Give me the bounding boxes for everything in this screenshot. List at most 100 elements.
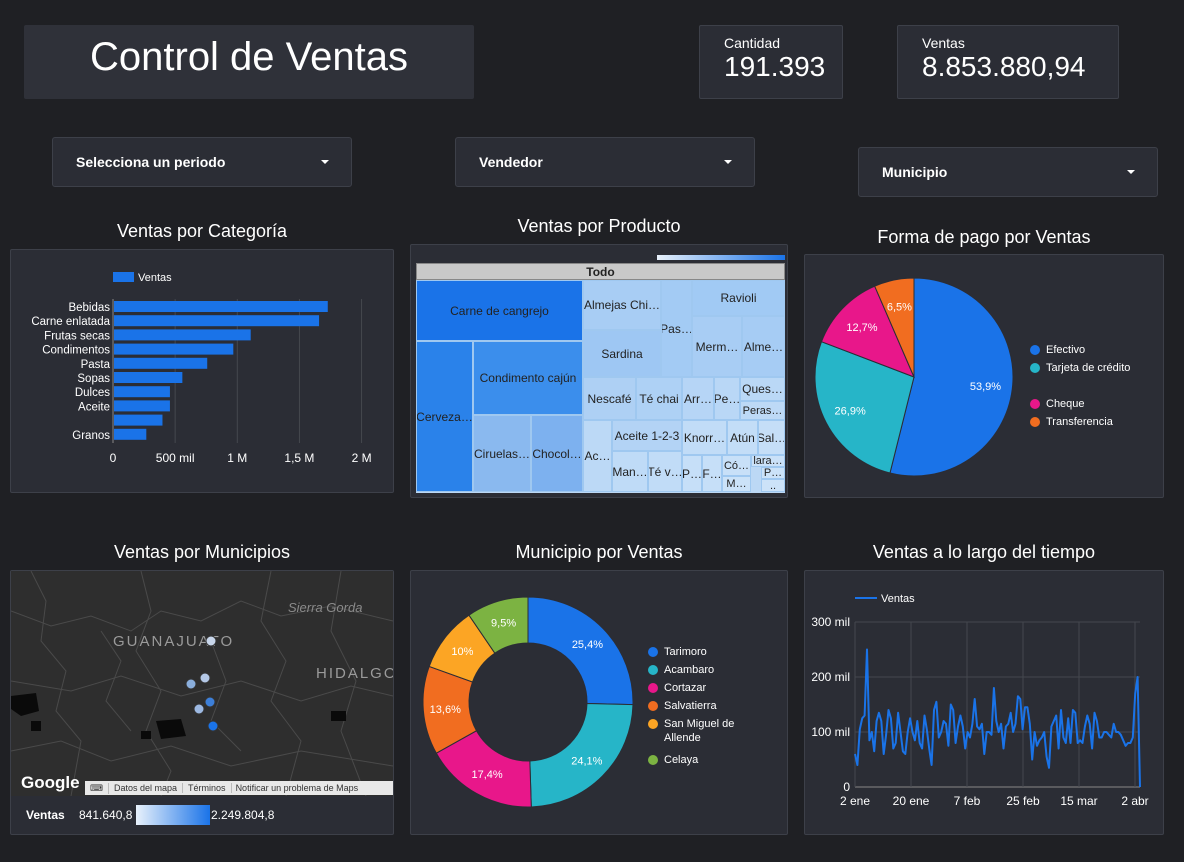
map-terms-link[interactable]: Términos bbox=[183, 783, 232, 793]
map-marker[interactable] bbox=[199, 672, 211, 684]
bar bbox=[114, 428, 147, 440]
legend-label: Celaya bbox=[664, 754, 699, 766]
municipios-map-title: Ventas por Municipios bbox=[113, 542, 291, 562]
treemap-cell[interactable]: P… bbox=[761, 467, 785, 479]
treemap-cell[interactable]: Aceite 1-2-3 bbox=[612, 420, 682, 451]
kpi-ventas-label: Ventas bbox=[922, 35, 965, 51]
map-marker[interactable] bbox=[185, 678, 197, 690]
legend-label: Transferencia bbox=[1046, 416, 1113, 428]
kpi-cantidad-value: 191.393 bbox=[724, 51, 826, 82]
producto-chart-card: Todo Carne de cangrejo Cerveza… Condimento… bbox=[410, 244, 788, 498]
legend-item[interactable]: Transferencia bbox=[1030, 415, 1160, 429]
treemap-cell[interactable]: P… bbox=[682, 455, 702, 492]
slice-label: 24,1% bbox=[571, 756, 602, 768]
treemap-cell[interactable]: Té v… bbox=[648, 451, 682, 492]
treemap-cell[interactable]: .. bbox=[761, 479, 785, 492]
vendedor-dropdown-label: Vendedor bbox=[479, 154, 543, 170]
legend-item[interactable]: Cortazar bbox=[648, 681, 738, 695]
y-tick-label: 100 mil bbox=[811, 725, 850, 739]
treemap-cell[interactable]: M… bbox=[722, 476, 751, 492]
legend-label: Ventas bbox=[881, 593, 915, 605]
producto-chart-title: Ventas por Producto bbox=[517, 216, 681, 236]
legend-label: Tarimoro bbox=[664, 646, 707, 658]
municipios-map[interactable]: Sierra Gorda GUANAJUATO HIDALGO Google bbox=[11, 571, 393, 796]
slice-label: 17,4% bbox=[472, 769, 503, 781]
slice-label: 53,9% bbox=[970, 381, 1001, 393]
treemap-cell[interactable]: Có… bbox=[722, 455, 751, 476]
x-tick-label: 2 abr bbox=[1121, 794, 1148, 808]
legend-item[interactable]: Salvatierra bbox=[648, 699, 738, 713]
bar bbox=[114, 386, 170, 398]
bar bbox=[114, 372, 183, 383]
legend-item[interactable]: Tarimoro bbox=[648, 645, 738, 659]
legend-item[interactable]: Tarjeta de crédito bbox=[1030, 361, 1160, 375]
bar bbox=[114, 357, 208, 369]
map-scale-gradient bbox=[136, 805, 210, 825]
treemap-cell[interactable]: Ques… bbox=[740, 377, 785, 401]
periodo-dropdown-label: Selecciona un periodo bbox=[76, 154, 226, 170]
legend-dot bbox=[1030, 363, 1040, 373]
y-tick-label: 200 mil bbox=[811, 670, 850, 684]
legend-label: Efectivo bbox=[1046, 344, 1086, 356]
map-marker[interactable] bbox=[204, 696, 216, 708]
category-label: Dulces bbox=[75, 387, 110, 399]
legend-dot bbox=[648, 647, 658, 657]
treemap-cell[interactable]: Chocol… bbox=[531, 415, 583, 492]
treemap-cell[interactable]: Pe… bbox=[714, 377, 740, 420]
legend-item[interactable]: Cheque bbox=[1030, 397, 1160, 411]
treemap-cell[interactable]: Atún bbox=[727, 420, 758, 455]
map-marker[interactable] bbox=[207, 720, 219, 732]
treemap-cell[interactable]: Arr… bbox=[682, 377, 714, 420]
municipio-dropdown[interactable]: Municipio bbox=[858, 147, 1158, 197]
treemap-cell[interactable]: Alme… bbox=[742, 316, 785, 377]
treemap-cell[interactable]: Sal… bbox=[758, 420, 785, 455]
treemap-cell[interactable]: Ravioli bbox=[692, 280, 785, 316]
treemap-cell[interactable]: Carne de cangrejo bbox=[416, 280, 583, 341]
treemap-cell[interactable]: Pas… bbox=[661, 280, 692, 377]
map-marker[interactable] bbox=[205, 635, 217, 647]
treemap-cell[interactable]: Ac… bbox=[583, 420, 612, 492]
legend-label: Ventas bbox=[138, 272, 172, 284]
map-marker[interactable] bbox=[193, 703, 205, 715]
slice-label: 10% bbox=[451, 646, 473, 658]
legend-label: Cortazar bbox=[664, 682, 707, 694]
keyboard-icon[interactable]: ⌨ bbox=[85, 782, 109, 794]
treemap-cell[interactable]: Condimento cajún bbox=[473, 341, 583, 415]
legend-item[interactable]: Efectivo bbox=[1030, 343, 1160, 357]
chevron-down-icon bbox=[724, 160, 732, 164]
legend-swatch bbox=[113, 272, 134, 282]
treemap-cell[interactable]: Knorr… bbox=[682, 420, 727, 455]
category-label: Bebidas bbox=[68, 302, 110, 314]
vendedor-dropdown[interactable]: Vendedor bbox=[455, 137, 755, 187]
legend-item[interactable]: Acambaro bbox=[648, 663, 738, 677]
treemap-cell[interactable]: Cerveza… bbox=[416, 341, 473, 492]
periodo-dropdown[interactable]: Selecciona un periodo bbox=[52, 137, 352, 187]
map-scale-max: 2.249.804,8 bbox=[211, 808, 275, 822]
tiempo-chart-card: Ventas 0 100 mil 200 mil 300 mil 2 ene 20 ene 7… bbox=[804, 570, 1164, 835]
treemap-cell[interactable]: lara… bbox=[751, 455, 785, 467]
treemap-cell[interactable]: Almejas Chi… bbox=[583, 280, 661, 330]
legend-item[interactable]: Celaya bbox=[648, 753, 738, 767]
bar bbox=[114, 315, 320, 327]
bar bbox=[114, 301, 328, 312]
bar bbox=[114, 343, 234, 355]
slice-label: 26,9% bbox=[835, 405, 866, 417]
legend-item[interactable]: San Miguel de Allende bbox=[648, 717, 738, 745]
treemap-cell[interactable]: Nescafé bbox=[583, 377, 636, 420]
treemap-cell[interactable]: Peras… bbox=[740, 401, 785, 420]
google-logo: Google bbox=[21, 773, 80, 792]
treemap-cell[interactable]: F… bbox=[702, 455, 722, 492]
x-tick-label: 15 mar bbox=[1060, 794, 1097, 808]
treemap-cell[interactable]: Ciruelas… bbox=[473, 415, 531, 492]
treemap-cell[interactable]: Merm… bbox=[692, 316, 742, 377]
map-data-link[interactable]: Datos del mapa bbox=[109, 783, 184, 793]
municipio-donut-title: Municipio por Ventas bbox=[515, 542, 683, 562]
bar bbox=[114, 329, 251, 341]
treemap-cell[interactable]: Sardina bbox=[583, 330, 661, 377]
treemap-cell[interactable]: Man… bbox=[612, 451, 648, 492]
map-report-link[interactable]: Notificar un problema de Maps bbox=[232, 783, 363, 793]
treemap-cell[interactable]: Té chai bbox=[636, 377, 682, 420]
treemap-root-header[interactable]: Todo bbox=[416, 263, 785, 280]
slice-label: 13,6% bbox=[430, 704, 461, 716]
categoria-bar-chart: Ventas 0 500 mil 1 M 1,5 M 2 M Bebidas Carne en… bbox=[31, 272, 372, 465]
